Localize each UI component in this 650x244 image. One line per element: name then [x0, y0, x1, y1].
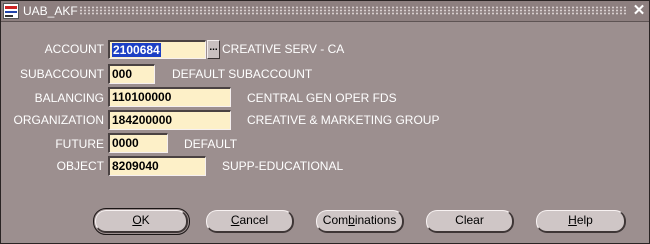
- future-field[interactable]: 0000: [108, 133, 168, 153]
- organization-description: CREATIVE & MARKETING GROUP: [247, 113, 440, 127]
- future-description: DEFAULT: [184, 137, 238, 151]
- help-accel: H: [568, 213, 577, 227]
- oracle-app-icon: [3, 3, 19, 19]
- ok-accel: O: [132, 213, 142, 227]
- title-bar[interactable]: UAB_AKF ✕: [1, 1, 649, 22]
- clear-button[interactable]: Clear: [426, 210, 514, 233]
- account-value: 2100684: [112, 43, 161, 57]
- help-button[interactable]: Help: [536, 210, 626, 233]
- organization-label: ORGANIZATION: [13, 113, 104, 127]
- balancing-description: CENTRAL GEN OPER FDS: [247, 91, 397, 105]
- subaccount-description: DEFAULT SUBACCOUNT: [172, 67, 313, 81]
- object-label: OBJECT: [56, 159, 104, 173]
- object-field[interactable]: 8209040: [108, 156, 206, 176]
- cancel-button[interactable]: Cancel: [206, 210, 294, 233]
- ok-button[interactable]: OK: [93, 208, 190, 235]
- balancing-field[interactable]: 110100000: [108, 87, 231, 107]
- subaccount-label: SUBACCOUNT: [19, 67, 104, 81]
- cancel-rest: ancel: [239, 213, 269, 227]
- account-description: CREATIVE SERV - CA: [222, 42, 345, 56]
- account-field[interactable]: 2100684: [108, 40, 206, 59]
- organization-field[interactable]: 184200000: [108, 110, 231, 130]
- balancing-label: BALANCING: [34, 91, 104, 105]
- combinations-rest: inations: [354, 213, 397, 227]
- account-label: ACCOUNT: [44, 42, 104, 56]
- help-rest: elp: [576, 213, 593, 227]
- title-bar-pattern: [79, 6, 627, 15]
- list-of-values-button[interactable]: ...: [207, 40, 220, 59]
- flexfield-window: UAB_AKF ✕ ACCOUNT 2100684 ... CREATIVE S…: [0, 0, 650, 244]
- combinations-accel: b: [348, 213, 355, 227]
- combinations-pre: Com: [322, 213, 349, 227]
- combinations-button[interactable]: Combinations: [316, 210, 404, 233]
- subaccount-field[interactable]: 000: [108, 64, 155, 84]
- future-label: FUTURE: [55, 137, 104, 151]
- close-icon[interactable]: ✕: [631, 3, 647, 19]
- ok-rest: K: [141, 213, 150, 227]
- window-title: UAB_AKF: [23, 4, 78, 18]
- object-description: SUPP-EDUCATIONAL: [222, 159, 344, 173]
